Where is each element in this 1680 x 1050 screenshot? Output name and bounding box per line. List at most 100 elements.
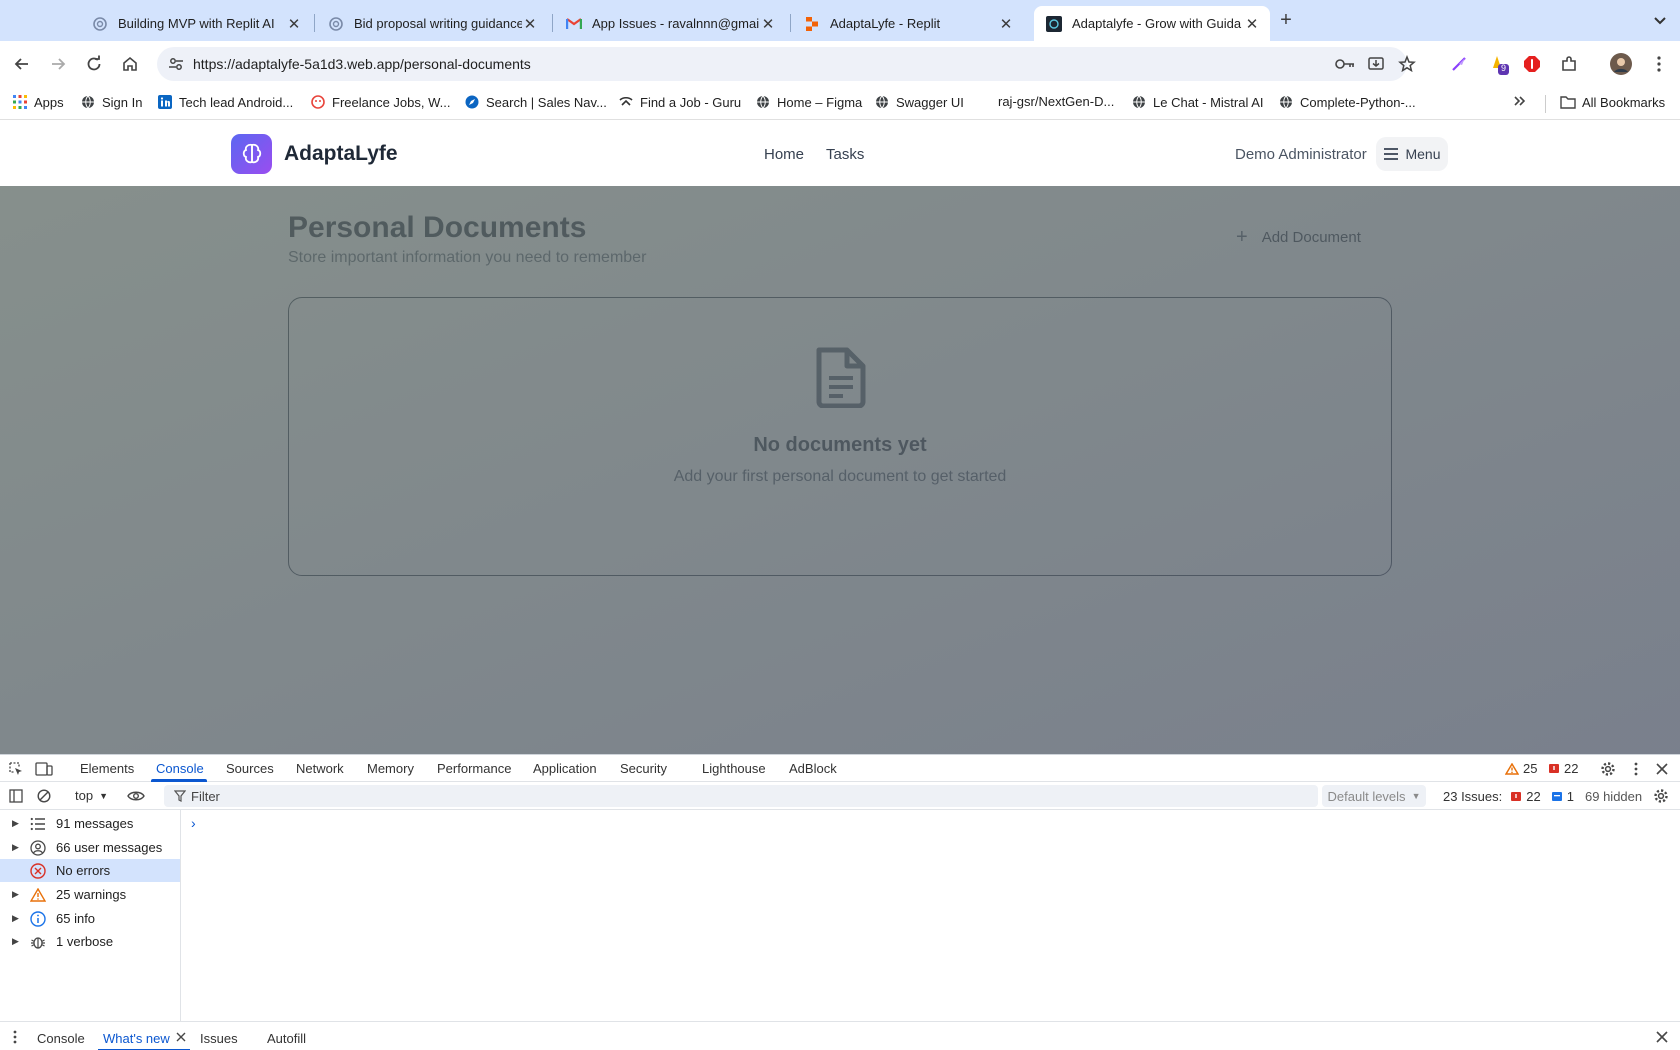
close-tab-icon[interactable]: ✕ (998, 16, 1014, 33)
bookmark-label: Apps (34, 94, 64, 110)
all-bookmarks-button[interactable]: All Bookmarks (1560, 94, 1665, 110)
browser-tab[interactable]: AdaptaLyfe - Replit ✕ (792, 6, 1024, 41)
extensions-puzzle-icon[interactable] (1558, 53, 1580, 75)
close-tab-icon[interactable]: ✕ (286, 16, 302, 33)
close-tab-icon[interactable]: ✕ (522, 16, 538, 33)
bookmarks-overflow-chevron-icon[interactable] (1513, 94, 1527, 108)
browser-tab[interactable]: Building MVP with Replit AI ✕ (80, 6, 312, 41)
drawer-tab-autofill[interactable]: Autofill (267, 1031, 306, 1046)
clear-console-icon[interactable] (35, 787, 53, 805)
bookmark-item[interactable]: Home – Figma (755, 94, 862, 110)
devtools-tab-memory[interactable]: Memory (367, 761, 414, 776)
site-info-icon[interactable] (167, 55, 185, 73)
devtools-tab-performance[interactable]: Performance (437, 761, 511, 776)
bookmark-item[interactable]: Tech lead Android... (157, 94, 293, 110)
bookmark-item[interactable]: Swagger UI (874, 94, 964, 110)
drawer-tab-issues[interactable]: Issues (200, 1031, 238, 1046)
console-filter-input[interactable]: Filter (164, 785, 1318, 807)
expand-triangle-icon[interactable]: ▶ (12, 818, 24, 829)
expand-triangle-icon[interactable]: ▶ (12, 913, 24, 924)
devtools-tab-console[interactable]: Console (156, 761, 204, 776)
reload-button[interactable] (80, 50, 108, 78)
close-tab-icon[interactable]: ✕ (1244, 16, 1260, 33)
devtools-tab-lighthouse[interactable]: Lighthouse (702, 761, 766, 776)
console-settings-gear-icon[interactable] (1652, 787, 1670, 805)
context-selector[interactable]: top ▼ (75, 788, 108, 803)
device-toolbar-icon[interactable] (35, 760, 53, 778)
bookmark-star-icon[interactable] (1397, 54, 1417, 74)
devtools-tab-application[interactable]: Application (533, 761, 597, 776)
expand-triangle-icon[interactable]: ▶ (12, 936, 24, 947)
freelancer-icon (310, 94, 326, 110)
close-drawer-tab-icon[interactable] (172, 1028, 190, 1046)
sidebar-item-warnings[interactable]: ▶ 25 warnings (0, 883, 180, 906)
devtools-more-icon[interactable] (1627, 760, 1645, 778)
back-button[interactable] (8, 50, 36, 78)
bookmark-item[interactable]: Sign In (80, 94, 142, 110)
bookmark-item[interactable]: raj-gsr/NextGen-D... (998, 94, 1114, 109)
expand-triangle-icon[interactable]: ▶ (12, 889, 24, 900)
password-key-icon[interactable] (1335, 54, 1355, 74)
add-document-button[interactable]: + Add Document (1236, 222, 1361, 252)
settings-gear-icon[interactable] (1599, 760, 1617, 778)
devtools-tab-sources[interactable]: Sources (226, 761, 274, 776)
brain-logo-icon[interactable] (231, 134, 272, 174)
sidebar-item-info[interactable]: ▶ 65 info (0, 907, 180, 930)
close-tab-icon[interactable]: ✕ (760, 16, 776, 33)
bookmark-item[interactable]: Find a Job - Guru (618, 94, 741, 110)
warnings-badge[interactable]: 25 (1505, 761, 1537, 776)
url-text[interactable]: https://adaptalyfe-5a1d3.web.app/persona… (193, 56, 531, 72)
sidebar-item-verbose[interactable]: ▶ 1 verbose (0, 930, 180, 953)
issues-counter[interactable]: 23 Issues: 22 1 (1443, 789, 1574, 804)
close-drawer-icon[interactable] (1653, 1028, 1671, 1046)
bookmark-label: Home – Figma (777, 94, 863, 110)
inspect-element-icon[interactable] (7, 760, 25, 778)
bookmark-item[interactable]: Freelance Jobs, W... (310, 94, 451, 110)
forward-button[interactable] (44, 50, 72, 78)
tab-search-chevron-icon[interactable] (1652, 10, 1668, 30)
drawer-more-icon[interactable] (6, 1028, 24, 1046)
new-tab-button[interactable]: + (1275, 8, 1297, 32)
quill-extension-icon[interactable] (1448, 53, 1470, 75)
drawer-tab-console[interactable]: Console (37, 1031, 85, 1046)
empty-state-card: No documents yet Add your first personal… (288, 297, 1392, 576)
browser-tab-active[interactable]: Adaptalyfe - Grow with Guida ✕ (1034, 6, 1270, 41)
install-app-icon[interactable] (1366, 54, 1386, 74)
home-button[interactable] (116, 50, 144, 78)
address-bar[interactable]: https://adaptalyfe-5a1d3.web.app/persona… (157, 47, 1416, 81)
profile-avatar[interactable] (1610, 53, 1632, 75)
bookmark-label: Search | Sales Nav... (486, 94, 607, 110)
menu-button[interactable]: Menu (1376, 137, 1448, 171)
browser-tab[interactable]: App Issues - ravalnnn@gmail ✕ (554, 6, 786, 41)
devtools-tab-network[interactable]: Network (296, 761, 344, 776)
sidebar-item-errors[interactable]: No errors (0, 859, 180, 882)
log-levels-dropdown[interactable]: Default levels ▼ (1322, 785, 1426, 807)
drawer-tab-whats-new[interactable]: What's new (103, 1031, 170, 1046)
bookmark-item[interactable]: Search | Sales Nav... (464, 94, 607, 110)
nav-tasks-link[interactable]: Tasks (826, 146, 864, 163)
bookmark-label: Find a Job - Guru (640, 94, 742, 110)
nav-home-link[interactable]: Home (764, 146, 804, 163)
sidebar-item-messages[interactable]: ▶ 91 messages (0, 812, 180, 835)
tab-divider (790, 14, 791, 32)
sidebar-toggle-icon[interactable] (7, 787, 25, 805)
bookmark-apps[interactable]: Apps (12, 94, 64, 110)
devtools-tab-security[interactable]: Security (620, 761, 667, 776)
sidebar-item-user-messages[interactable]: ▶ 66 user messages (0, 836, 180, 859)
browser-tab[interactable]: Bid proposal writing guidance ✕ (316, 6, 548, 41)
devtools-tab-adblock[interactable]: AdBlock (789, 761, 837, 776)
errors-count: 22 (1564, 761, 1579, 776)
devtools-tab-elements[interactable]: Elements (80, 761, 134, 776)
live-expression-eye-icon[interactable] (127, 787, 145, 805)
bookmark-item[interactable]: Le Chat - Mistral AI (1131, 94, 1264, 110)
console-prompt[interactable]: › (191, 815, 196, 831)
tab-title: Building MVP with Replit AI (118, 16, 275, 31)
brand-name[interactable]: AdaptaLyfe (284, 142, 398, 166)
bookmark-item[interactable]: Complete-Python-... (1278, 94, 1416, 110)
expand-triangle-icon[interactable]: ▶ (12, 842, 24, 853)
close-devtools-icon[interactable] (1653, 760, 1671, 778)
notification-extension-icon[interactable]: 9 (1488, 53, 1510, 75)
errors-badge[interactable]: 22 (1548, 761, 1578, 776)
chrome-menu-icon[interactable] (1648, 53, 1670, 75)
adblock-extension-icon[interactable] (1521, 53, 1543, 75)
